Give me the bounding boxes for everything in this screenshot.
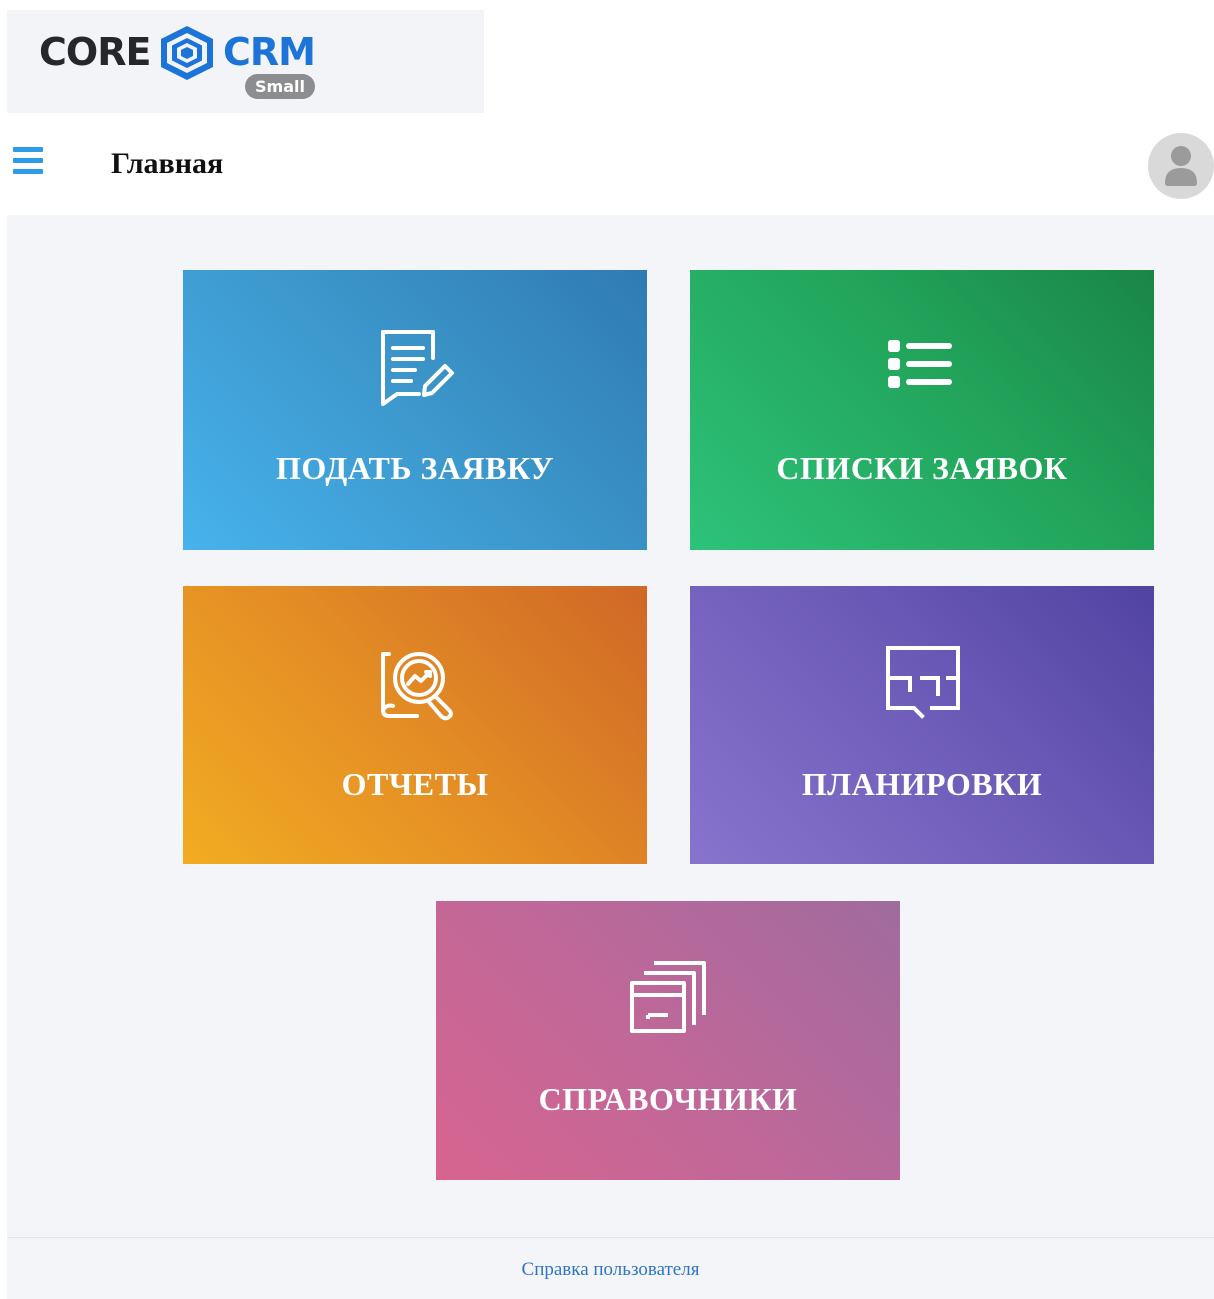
user-help-link[interactable]: Справка пользователя: [7, 1259, 1214, 1281]
tile-label: СПИСКИ ЗАЯВОК: [776, 450, 1068, 486]
logo-edition-badge: Small: [245, 74, 315, 99]
tile-label: СПРАВОЧНИКИ: [538, 1081, 798, 1117]
list-icon: [888, 340, 952, 388]
report-analytics-icon: [381, 652, 453, 721]
app-logo[interactable]: CORE CRM Small: [7, 10, 484, 113]
tile-reports[interactable]: ОТЧЕТЫ: [183, 586, 647, 864]
edit-document-icon: [381, 330, 454, 406]
footer: Справка пользователя: [7, 1237, 1214, 1299]
tile-label: ПОДАТЬ ЗАЯВКУ: [276, 450, 554, 486]
hamburger-menu-icon[interactable]: [13, 147, 43, 179]
logo-hexagon-icon: [161, 26, 213, 80]
logo-core-text: CORE: [39, 30, 151, 74]
main-content: ПОДАТЬ ЗАЯВКУ СПИСКИ ЗАЯВОК ОТЧЕТЫ ПЛАНИ…: [7, 215, 1214, 1237]
tile-label: ОТЧЕТЫ: [341, 766, 489, 802]
tile-submit-request[interactable]: ПОДАТЬ ЗАЯВКУ: [183, 270, 647, 550]
user-avatar-icon[interactable]: [1148, 133, 1214, 199]
floor-plan-icon: [886, 646, 960, 719]
directories-icon: [630, 961, 706, 1033]
tile-request-lists[interactable]: СПИСКИ ЗАЯВОК: [690, 270, 1154, 550]
logo-crm-text: CRM: [223, 30, 316, 74]
tile-floor-plans[interactable]: ПЛАНИРОВКИ: [690, 586, 1154, 864]
tile-label: ПЛАНИРОВКИ: [801, 766, 1043, 802]
page-title: Главная: [111, 147, 224, 180]
top-bar: Главная: [7, 113, 1214, 215]
tile-directories[interactable]: СПРАВОЧНИКИ: [436, 901, 900, 1180]
